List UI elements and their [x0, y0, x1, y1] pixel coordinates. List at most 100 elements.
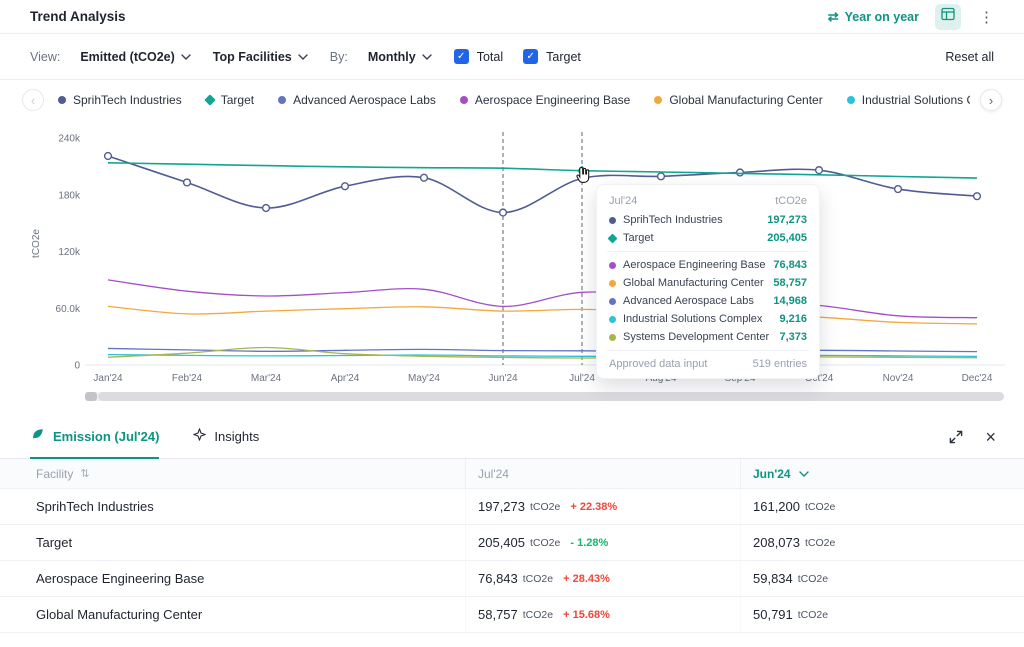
series-dot [460, 96, 468, 104]
tooltip-row: Systems Development Center7,373 [609, 331, 807, 343]
tab-insights-label: Insights [214, 429, 259, 444]
view-dropdown[interactable]: Emitted (tCO2e) [80, 50, 190, 64]
series-dot [609, 280, 616, 287]
svg-text:Jul'24: Jul'24 [569, 373, 595, 384]
svg-text:Jan'24: Jan'24 [93, 373, 123, 384]
column-facility: Facility ⇅ [0, 459, 465, 488]
chart-legend: ‹ SprihTech Industries Target Advanced A… [0, 80, 1024, 120]
legend-prev-button[interactable]: ‹ [22, 89, 44, 111]
tab-insights[interactable]: Insights [193, 416, 259, 459]
current-value: 197,273tCO2e+ 22.38% [465, 489, 740, 524]
legend-item[interactable]: Global Manufacturing Center [654, 93, 822, 107]
header: Trend Analysis ⇄ Year on year ⋮ [0, 0, 1024, 34]
year-on-year-label: Year on year [845, 10, 919, 24]
divider [607, 350, 809, 351]
legend-item[interactable]: Industrial Solutions Complex [847, 93, 970, 107]
y-axis-label: tCO2e [31, 229, 42, 258]
tooltip-row: Global Manufacturing Center58,757 [609, 277, 807, 289]
svg-text:Dec'24: Dec'24 [962, 373, 993, 384]
chart-tooltip: Jul'24 tCO2e SprihTech Industries197,273… [596, 184, 820, 379]
leaf-icon [30, 427, 45, 445]
tooltip-row: Industrial Solutions Complex9,216 [609, 313, 807, 325]
tooltip-footer: Approved data input 519 entries [609, 358, 807, 370]
svg-text:60.0k: 60.0k [56, 304, 81, 315]
view-label: View: [30, 50, 60, 64]
page-title: Trend Analysis [30, 9, 126, 24]
legend-item[interactable]: Target [206, 93, 254, 107]
series-dot [608, 233, 618, 243]
close-button[interactable]: × [985, 428, 996, 446]
table-icon [941, 7, 955, 26]
table-row[interactable]: Target 205,405tCO2e- 1.28% 208,073tCO2e [0, 525, 1024, 561]
series-dot [58, 96, 66, 104]
tab-emission[interactable]: Emission (Jul'24) [30, 416, 159, 459]
expand-icon [949, 430, 963, 444]
target-checkbox-label: Target [546, 50, 581, 64]
year-on-year-button[interactable]: ⇄ Year on year [828, 9, 919, 25]
chevron-down-icon [181, 54, 191, 60]
legend-next-button[interactable]: › [980, 89, 1002, 111]
legend-item[interactable]: SprihTech Industries [58, 93, 182, 107]
checkbox-checked-icon: ✓ [454, 49, 469, 64]
compare-month-dropdown[interactable]: Jun'24 [740, 459, 1024, 488]
trend-chart: tCO2e 060.0k120k180k240kJan'24Feb'24Mar'… [0, 120, 1024, 401]
table-row[interactable]: SprihTech Industries 197,273tCO2e+ 22.38… [0, 489, 1024, 525]
facility-name: Aerospace Engineering Base [0, 561, 465, 596]
table-view-button[interactable] [935, 4, 961, 30]
by-label: By: [330, 50, 348, 64]
table-row[interactable]: Aerospace Engineering Base 76,843tCO2e+ … [0, 561, 1024, 597]
chevron-down-icon [799, 471, 809, 477]
facility-name: Global Manufacturing Center [0, 597, 465, 632]
total-checkbox-label: Total [477, 50, 503, 64]
legend-label: SprihTech Industries [73, 93, 182, 107]
series-dot [609, 334, 616, 341]
legend-item[interactable]: Aerospace Engineering Base [460, 93, 630, 107]
total-checkbox[interactable]: ✓ Total [454, 49, 503, 64]
svg-text:Jun'24: Jun'24 [488, 373, 518, 384]
facilities-dropdown-value: Top Facilities [213, 50, 292, 64]
compare-value: 59,834tCO2e [740, 561, 1024, 596]
compare-value: 161,200tCO2e [740, 489, 1024, 524]
compare-value: 50,791tCO2e [740, 597, 1024, 632]
svg-text:Apr'24: Apr'24 [331, 373, 360, 384]
tooltip-month: Jul'24 [609, 195, 637, 207]
more-options-button[interactable]: ⋮ [977, 8, 996, 26]
series-dot [609, 316, 616, 323]
frequency-dropdown[interactable]: Monthly [368, 50, 432, 64]
expand-button[interactable] [949, 430, 963, 444]
facility-name: Target [0, 525, 465, 560]
tooltip-row: SprihTech Industries197,273 [609, 214, 807, 226]
series-dot [609, 298, 616, 305]
reset-all-button[interactable]: Reset all [945, 50, 994, 64]
chart-scrollbar[interactable] [85, 392, 1004, 401]
chevron-down-icon [422, 54, 432, 60]
series-dot [609, 217, 616, 224]
series-dot [847, 96, 855, 104]
year-on-year-icon: ⇄ [828, 9, 839, 25]
legend-items: SprihTech Industries Target Advanced Aer… [54, 93, 970, 107]
series-dot [609, 262, 616, 269]
legend-item[interactable]: Advanced Aerospace Labs [278, 93, 436, 107]
emission-table: Facility ⇅ Jul'24 Jun'24 SprihTech Indus… [0, 459, 1024, 633]
column-current: Jul'24 [465, 459, 740, 488]
checkbox-checked-icon: ✓ [523, 49, 538, 64]
svg-text:240k: 240k [58, 134, 81, 145]
current-value: 205,405tCO2e- 1.28% [465, 525, 740, 560]
frequency-dropdown-value: Monthly [368, 50, 416, 64]
scrollbar-handle[interactable] [85, 392, 97, 401]
chart-canvas[interactable]: 060.0k120k180k240kJan'24Feb'24Mar'24Apr'… [0, 120, 1024, 388]
current-value: 58,757tCO2e+ 15.68% [465, 597, 740, 632]
filter-bar: View: Emitted (tCO2e) Top Facilities By:… [0, 34, 1024, 80]
trend-analysis-page: Trend Analysis ⇄ Year on year ⋮ View: Em… [0, 0, 1024, 647]
sort-icon[interactable]: ⇅ [80, 467, 89, 480]
series-dot [204, 94, 215, 105]
svg-text:180k: 180k [58, 190, 81, 201]
legend-label: Industrial Solutions Complex [862, 93, 970, 107]
facilities-dropdown[interactable]: Top Facilities [213, 50, 308, 64]
svg-text:Mar'24: Mar'24 [251, 373, 282, 384]
divider [607, 251, 809, 252]
tooltip-row: Advanced Aerospace Labs14,968 [609, 295, 807, 307]
table-row[interactable]: Global Manufacturing Center 58,757tCO2e+… [0, 597, 1024, 633]
target-checkbox[interactable]: ✓ Target [523, 49, 581, 64]
scrollbar-thumb[interactable] [98, 392, 1004, 401]
